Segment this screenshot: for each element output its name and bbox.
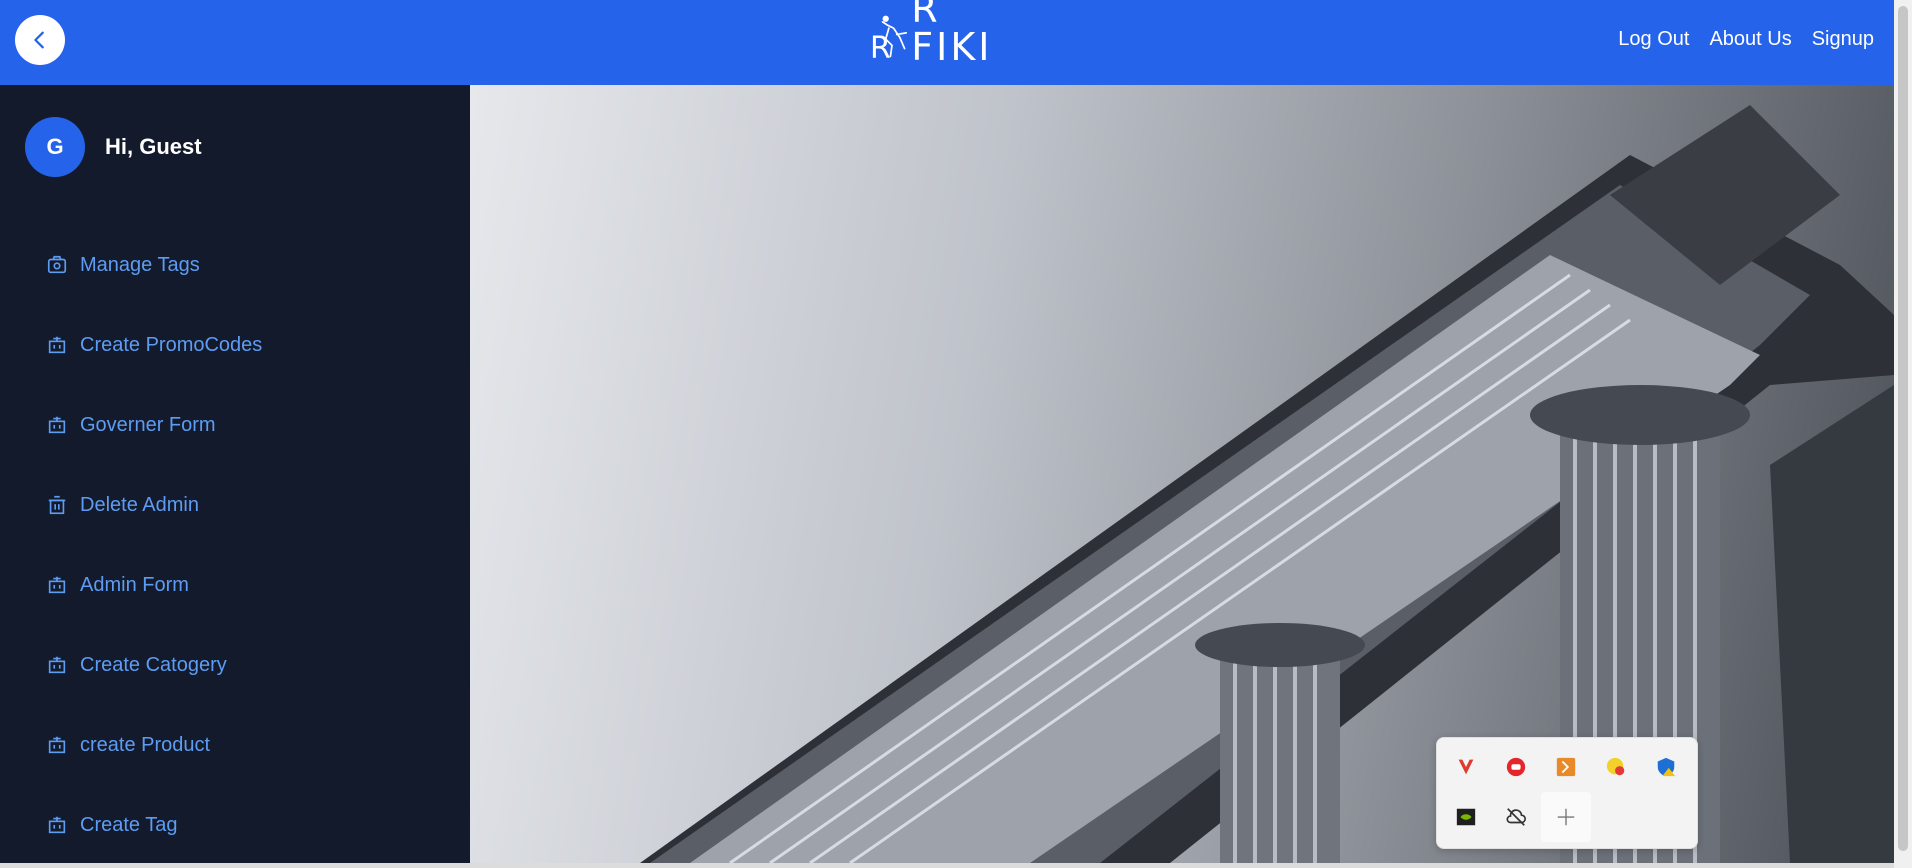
building-icon	[46, 334, 68, 356]
sidebar-item-create-catogery[interactable]: Create Catogery	[46, 625, 262, 705]
signup-link[interactable]: Signup	[1812, 28, 1874, 51]
vertical-scrollbar[interactable]	[1894, 0, 1912, 868]
tag-icon	[46, 254, 68, 276]
trash-icon	[46, 494, 68, 516]
top-header: R R FIKI Log Out About Us Signup	[0, 0, 1894, 85]
sidebar-menu: Manage Tags Create PromoCodes Governer F…	[46, 225, 262, 865]
about-us-link[interactable]: About Us	[1709, 28, 1791, 51]
building-icon	[46, 574, 68, 596]
sidebar-item-admin-form[interactable]: Admin Form	[46, 545, 262, 625]
building-icon	[46, 414, 68, 436]
scrollbar-thumb[interactable]	[1898, 6, 1908, 851]
sidebar-item-label: Create PromoCodes	[80, 333, 263, 356]
building-icon	[46, 734, 68, 756]
bottom-divider	[0, 863, 1894, 868]
sidebar-item-create-product[interactable]: create Product	[46, 705, 262, 785]
sidebar-item-delete-admin[interactable]: Delete Admin	[46, 465, 262, 545]
shield-warning-icon[interactable]	[1641, 742, 1691, 792]
vivaldi-icon[interactable]	[1441, 742, 1491, 792]
user-info: G Hi, Guest	[25, 117, 202, 177]
logout-link[interactable]: Log Out	[1618, 28, 1689, 51]
sidebar-item-label: create Product	[80, 733, 211, 756]
red-app-icon[interactable]	[1491, 742, 1541, 792]
sidebar-item-label: Governer Form	[80, 413, 216, 436]
system-tray-overflow	[1436, 737, 1698, 849]
back-button[interactable]	[15, 15, 65, 65]
sidebar-item-create-tag[interactable]: Create Tag	[46, 785, 262, 865]
header-nav: Log Out About Us Signup	[1618, 28, 1874, 51]
logo[interactable]: R R FIKI	[870, 0, 1010, 68]
avatar[interactable]: G	[25, 117, 85, 177]
nvidia-icon[interactable]	[1441, 792, 1491, 842]
chevron-left-icon	[34, 31, 44, 49]
sidebar-item-manage-tags[interactable]: Manage Tags	[46, 225, 262, 305]
cloud-off-icon[interactable]	[1491, 792, 1541, 842]
building-icon	[46, 814, 68, 836]
orange-app-icon[interactable]	[1541, 742, 1591, 792]
logo-figure-icon: R	[870, 15, 908, 66]
building-icon	[46, 654, 68, 676]
sidebar-item-label: Create Tag	[80, 813, 178, 836]
sidebar-item-create-promocodes[interactable]: Create PromoCodes	[46, 305, 262, 385]
sidebar-item-governer-form[interactable]: Governer Form	[46, 385, 262, 465]
sidebar-item-label: Manage Tags	[80, 253, 200, 276]
greeting: Hi, Guest	[105, 134, 202, 159]
sidebar-item-label: Admin Form	[80, 573, 189, 596]
yellow-app-icon[interactable]	[1591, 742, 1641, 792]
add-icon[interactable]	[1541, 792, 1591, 842]
sidebar-item-label: Delete Admin	[80, 493, 199, 516]
sidebar-item-label: Create Catogery	[80, 653, 227, 676]
sidebar: G Hi, Guest Manage Tags Create PromoCode…	[0, 85, 470, 863]
logo-text: R FIKI	[911, 0, 993, 69]
svg-text:R: R	[870, 31, 891, 66]
